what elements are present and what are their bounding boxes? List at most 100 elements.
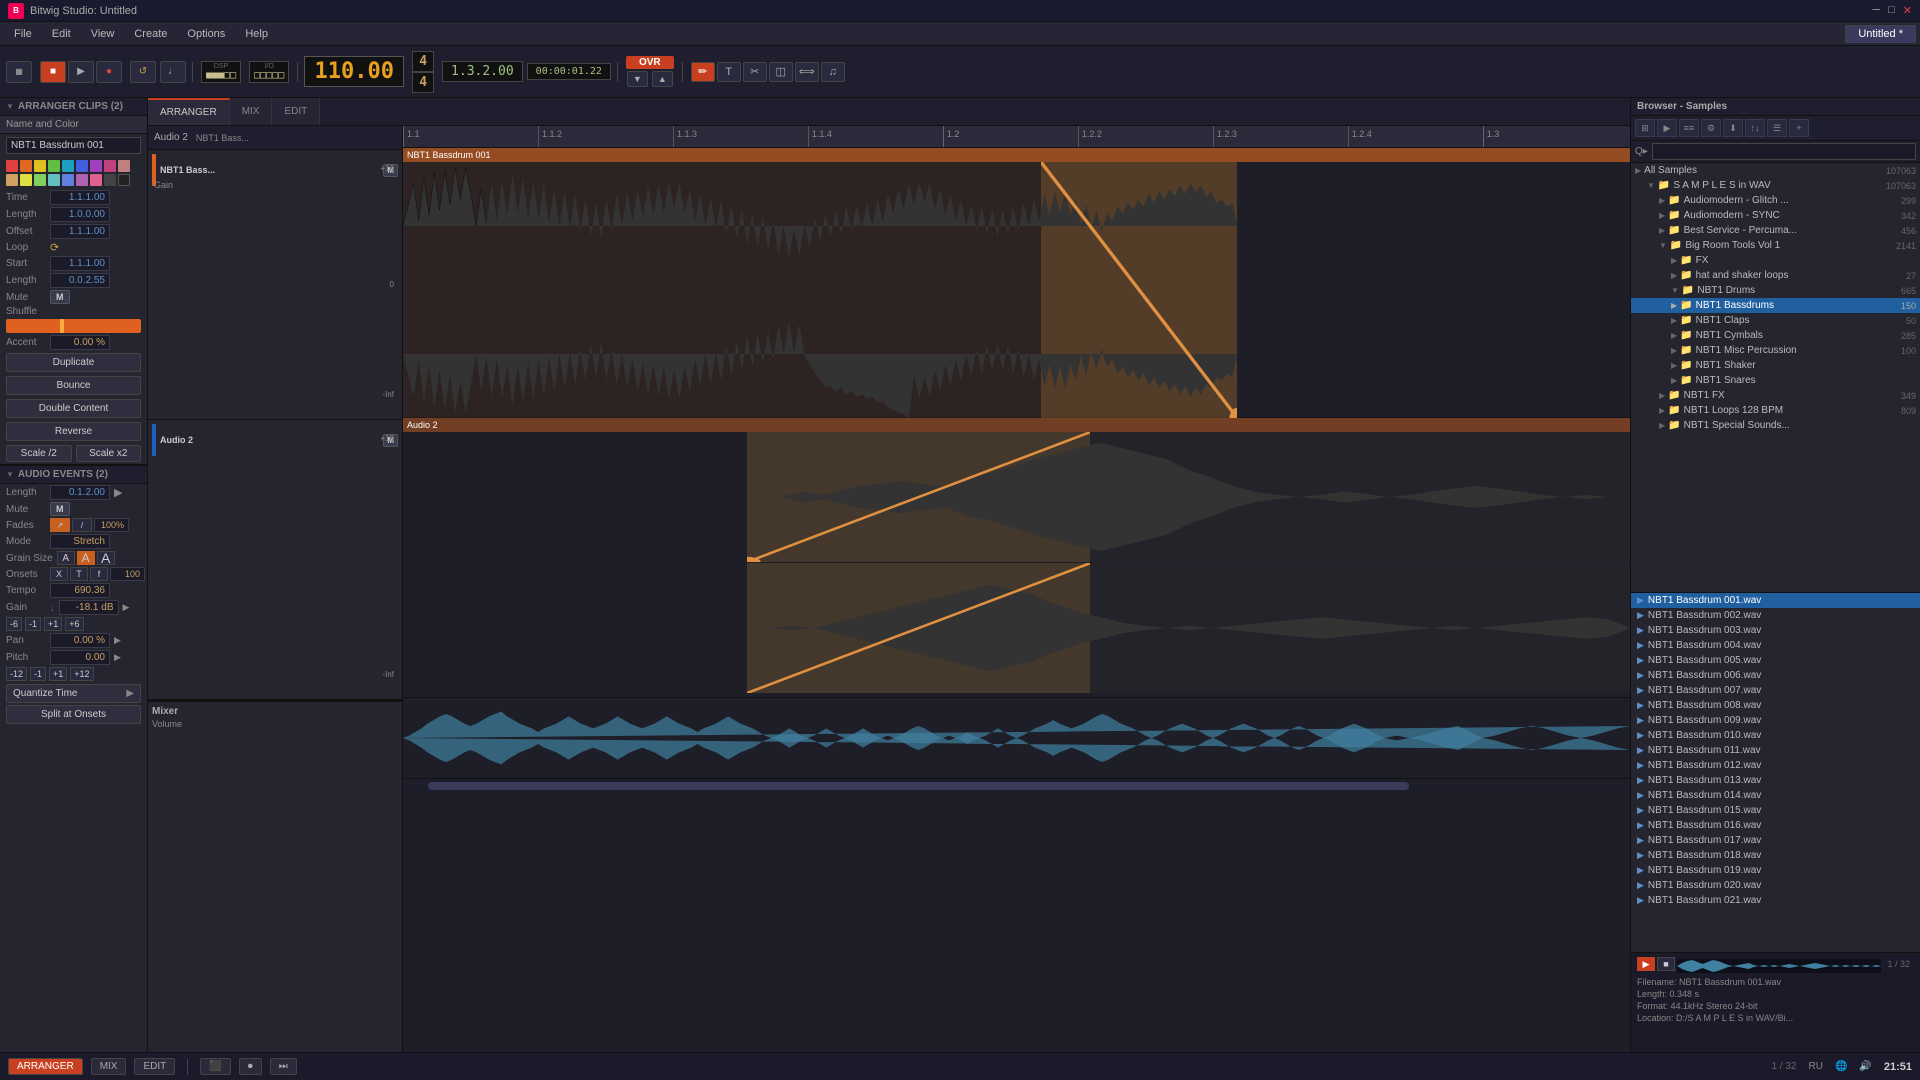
- tree-item-7[interactable]: ▼ 📁 NBT1 Drums 665: [1631, 283, 1920, 298]
- file-item-005[interactable]: ▶ NBT1 Bassdrum 005.wav: [1631, 653, 1920, 668]
- scale-double-btn[interactable]: Scale x2: [76, 445, 142, 462]
- browser-tool-4[interactable]: ⚙: [1701, 119, 1721, 137]
- tree-item-3[interactable]: ▶ 📁 Best Service - Percuma... 456: [1631, 223, 1920, 238]
- browser-tool-6[interactable]: ↑↓: [1745, 119, 1765, 137]
- onsets-f[interactable]: f: [90, 567, 108, 581]
- file-item-007[interactable]: ▶ NBT1 Bassdrum 007.wav: [1631, 683, 1920, 698]
- tree-item-6[interactable]: ▶ 📁 hat and shaker loops 27: [1631, 268, 1920, 283]
- time-sig-top[interactable]: 4: [412, 51, 434, 72]
- ae-mode-value[interactable]: Stretch: [50, 534, 110, 549]
- browser-tool-3[interactable]: ≡≡: [1679, 119, 1699, 137]
- grain-small[interactable]: A: [57, 551, 75, 565]
- mute-btn[interactable]: M: [50, 290, 70, 304]
- minimize-btn[interactable]: ─: [1872, 4, 1880, 17]
- gain-minus1-btn[interactable]: -1: [25, 617, 41, 631]
- ae-pan-inc[interactable]: ▶: [114, 635, 121, 646]
- audio-events-tri[interactable]: ▼: [6, 470, 14, 479]
- play-btn[interactable]: ▶: [68, 61, 94, 83]
- tree-item-special[interactable]: ▶ 📁 NBT1 Special Sounds...: [1631, 418, 1920, 433]
- file-item-008[interactable]: ▶ NBT1 Bassdrum 008.wav: [1631, 698, 1920, 713]
- file-item-016[interactable]: ▶ NBT1 Bassdrum 016.wav: [1631, 818, 1920, 833]
- pitch-minus1-btn[interactable]: -1: [30, 667, 46, 681]
- tab-untitled[interactable]: Untitled *: [1845, 25, 1916, 43]
- time-sig-bottom[interactable]: 4: [412, 72, 434, 93]
- tree-item-0[interactable]: ▼ 📁 S A M P L E S in WAV 107063: [1631, 178, 1920, 193]
- color-indigo[interactable]: [62, 174, 74, 186]
- file-item-006[interactable]: ▶ NBT1 Bassdrum 006.wav: [1631, 668, 1920, 683]
- browser-tool-2[interactable]: ▶: [1657, 119, 1677, 137]
- file-item-001[interactable]: ▶ NBT1 Bassdrum 001.wav: [1631, 593, 1920, 608]
- ae-gain-value[interactable]: -18.1 dB: [59, 600, 119, 615]
- tool-select[interactable]: T: [717, 62, 741, 82]
- loop-icon[interactable]: ⟳: [50, 241, 59, 254]
- tool-cut[interactable]: ✂: [743, 62, 767, 82]
- accent-value[interactable]: 0.00 %: [50, 335, 110, 350]
- duplicate-btn[interactable]: Duplicate: [6, 353, 141, 372]
- split-onsets-btn[interactable]: Split at Onsets: [6, 705, 141, 724]
- file-item-014[interactable]: ▶ NBT1 Bassdrum 014.wav: [1631, 788, 1920, 803]
- ae-pitch-value[interactable]: 0.00: [50, 650, 110, 665]
- color-blue[interactable]: [76, 160, 88, 172]
- tree-item-nbt1fx[interactable]: ▶ 📁 NBT1 FX 349: [1631, 388, 1920, 403]
- ae-pitch-inc[interactable]: ▶: [114, 652, 121, 663]
- pattern-btn[interactable]: ▦: [6, 61, 32, 83]
- tool-draw[interactable]: ✏: [691, 62, 715, 82]
- ae-length-value[interactable]: 0.1.2.00: [50, 485, 110, 500]
- color-orange[interactable]: [20, 160, 32, 172]
- statusbar-circle-btn[interactable]: ⏺: [239, 1058, 262, 1075]
- file-item-021[interactable]: ▶ NBT1 Bassdrum 021.wav: [1631, 893, 1920, 908]
- color-green[interactable]: [48, 160, 60, 172]
- reverse-btn[interactable]: Reverse: [6, 422, 141, 441]
- color-yellow[interactable]: [34, 160, 46, 172]
- browser-tool-5[interactable]: ⬇: [1723, 119, 1743, 137]
- menu-help[interactable]: Help: [235, 26, 278, 42]
- fade-value[interactable]: 100%: [94, 518, 129, 532]
- statusbar-square-btn[interactable]: ⬛: [200, 1058, 230, 1075]
- ae-length-inc[interactable]: ▶: [114, 486, 122, 499]
- stop-btn[interactable]: ■: [40, 61, 66, 83]
- file-item-002[interactable]: ▶ NBT1 Bassdrum 002.wav: [1631, 608, 1920, 623]
- color-light-yellow[interactable]: [20, 174, 32, 186]
- loop-length-value[interactable]: 0.0.2.55: [50, 273, 110, 288]
- browser-tool-8[interactable]: +: [1789, 119, 1809, 137]
- grain-large[interactable]: A: [97, 551, 115, 565]
- all-samples-item[interactable]: ▶ All Samples 107063: [1631, 163, 1920, 178]
- file-item-018[interactable]: ▶ NBT1 Bassdrum 018.wav: [1631, 848, 1920, 863]
- color-red[interactable]: [6, 160, 18, 172]
- color-dark[interactable]: [104, 174, 116, 186]
- menu-create[interactable]: Create: [124, 26, 177, 42]
- metronome-btn[interactable]: ♩: [160, 61, 186, 83]
- ae-pan-value[interactable]: 0.00 %: [50, 633, 110, 648]
- tab-arranger[interactable]: ARRANGER: [148, 98, 230, 125]
- tab-edit[interactable]: EDIT: [272, 98, 320, 125]
- quantize-btn[interactable]: Quantize Time ▶: [6, 684, 141, 703]
- tool-erase[interactable]: ◫: [769, 62, 793, 82]
- scale-half-btn[interactable]: Scale /2: [6, 445, 72, 462]
- file-item-003[interactable]: ▶ NBT1 Bassdrum 003.wav: [1631, 623, 1920, 638]
- ae-mute-btn[interactable]: M: [50, 502, 70, 516]
- ovr-btn[interactable]: OVR: [626, 56, 674, 69]
- tree-item-claps[interactable]: ▶ 📁 NBT1 Claps 50: [1631, 313, 1920, 328]
- ae-gain-inc[interactable]: ▶: [123, 602, 130, 613]
- color-light-green[interactable]: [34, 174, 46, 186]
- tool-stretch[interactable]: ⟺: [795, 62, 819, 82]
- gain-plus6-btn[interactable]: +6: [65, 617, 83, 631]
- tool-chord[interactable]: ♫: [821, 62, 845, 82]
- color-cyan[interactable]: [62, 160, 74, 172]
- pitch-plus12-btn[interactable]: +12: [70, 667, 93, 681]
- time-value[interactable]: 1.1.1.00: [50, 190, 110, 205]
- maximize-btn[interactable]: □: [1888, 4, 1895, 17]
- arranger-clips-tri[interactable]: ▼: [6, 102, 14, 111]
- pitch-minus12-btn[interactable]: -12: [6, 667, 27, 681]
- tab-mix[interactable]: MIX: [230, 98, 273, 125]
- clip-name-input[interactable]: [6, 137, 141, 154]
- pitch-plus1-btn[interactable]: +1: [49, 667, 67, 681]
- loop-start-value[interactable]: 1.1.1.00: [50, 256, 110, 271]
- file-item-004[interactable]: ▶ NBT1 Bassdrum 004.wav: [1631, 638, 1920, 653]
- color-tan[interactable]: [6, 174, 18, 186]
- file-item-020[interactable]: ▶ NBT1 Bassdrum 020.wav: [1631, 878, 1920, 893]
- preview-stop-btn[interactable]: ■: [1657, 957, 1675, 971]
- statusbar-edit-btn[interactable]: EDIT: [134, 1058, 175, 1075]
- ae-tempo-value[interactable]: 690.36: [50, 583, 110, 598]
- menu-view[interactable]: View: [81, 26, 125, 42]
